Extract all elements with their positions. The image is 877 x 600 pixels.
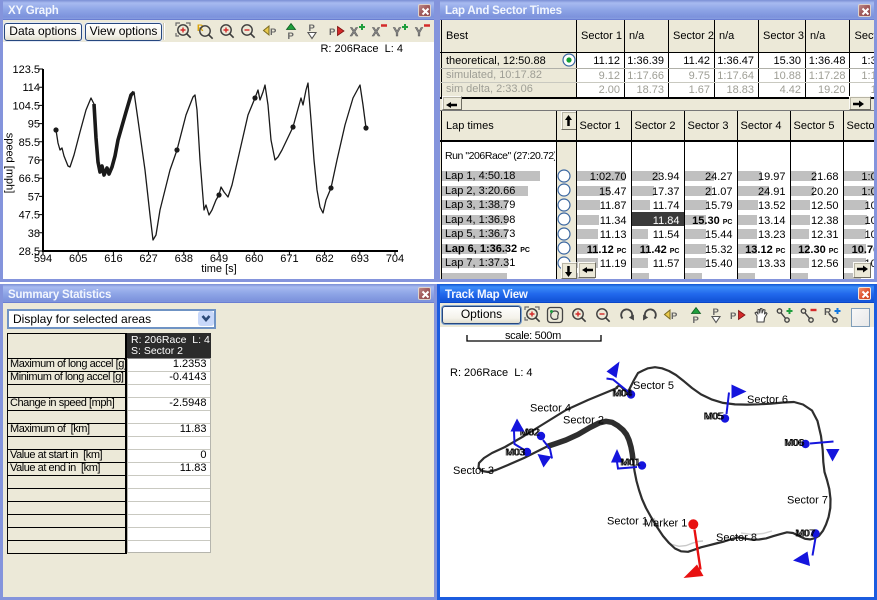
svg-text:Y: Y: [393, 25, 401, 39]
svg-text:X: X: [372, 25, 380, 39]
svg-text:Sector 5: Sector 5: [633, 380, 674, 392]
svg-text:671: 671: [280, 253, 298, 265]
svg-text:605: 605: [69, 253, 87, 265]
svg-text:47.5: 47.5: [19, 210, 40, 222]
svg-text:114: 114: [22, 82, 40, 94]
svg-text:38: 38: [28, 228, 40, 240]
svg-text:Sector 6: Sector 6: [747, 394, 788, 406]
svg-text:594: 594: [34, 253, 52, 265]
svg-text:M04: M04: [613, 389, 633, 400]
svg-text:693: 693: [351, 253, 369, 265]
svg-text:P: P: [329, 27, 336, 38]
svg-text:66.5: 66.5: [19, 173, 40, 185]
svg-text:76: 76: [28, 155, 40, 167]
svg-text:616: 616: [104, 253, 122, 265]
svg-text:P: P: [671, 311, 678, 322]
svg-text:704: 704: [386, 253, 404, 265]
svg-text:scale: 500m: scale: 500m: [505, 330, 561, 342]
svg-text:P: P: [270, 27, 277, 38]
svg-text:123.5: 123.5: [12, 64, 40, 76]
svg-text:P: P: [693, 315, 700, 324]
svg-text:M05: M05: [705, 412, 725, 423]
svg-text:104.5: 104.5: [12, 100, 40, 112]
svg-text:speed [mph]: speed [mph]: [4, 133, 16, 194]
svg-text:Sector 2: Sector 2: [563, 415, 604, 427]
svg-text:Y: Y: [415, 25, 423, 39]
svg-text:time [s]: time [s]: [201, 263, 236, 275]
svg-text:P: P: [288, 31, 295, 40]
svg-text:Sector 7: Sector 7: [787, 495, 828, 507]
svg-text:Sector 4: Sector 4: [530, 403, 571, 415]
svg-text:M06: M06: [785, 438, 805, 449]
svg-text:57: 57: [28, 191, 40, 203]
svg-text:Marker 1: Marker 1: [644, 518, 687, 530]
svg-text:660: 660: [245, 253, 263, 265]
svg-text:M07: M07: [796, 529, 816, 540]
svg-text:M01: M01: [621, 458, 641, 469]
svg-text:682: 682: [315, 253, 333, 265]
svg-text:M02: M02: [521, 428, 541, 439]
svg-text:627: 627: [139, 253, 157, 265]
svg-text:P: P: [730, 311, 737, 322]
svg-text:85.5: 85.5: [19, 137, 40, 149]
svg-text:R: 206Race L: 4: R: 206Race L: 4: [450, 367, 533, 379]
svg-text:Sector 8: Sector 8: [716, 532, 757, 544]
svg-text:X: X: [350, 25, 358, 39]
svg-text:Sector 1: Sector 1: [607, 516, 648, 528]
svg-text:638: 638: [175, 253, 193, 265]
svg-text:R: 206Race L: 4: R: 206Race L: 4: [320, 43, 403, 55]
svg-text:M03: M03: [506, 448, 526, 459]
svg-text:95: 95: [28, 119, 40, 131]
svg-text:Sector 3: Sector 3: [453, 465, 494, 477]
